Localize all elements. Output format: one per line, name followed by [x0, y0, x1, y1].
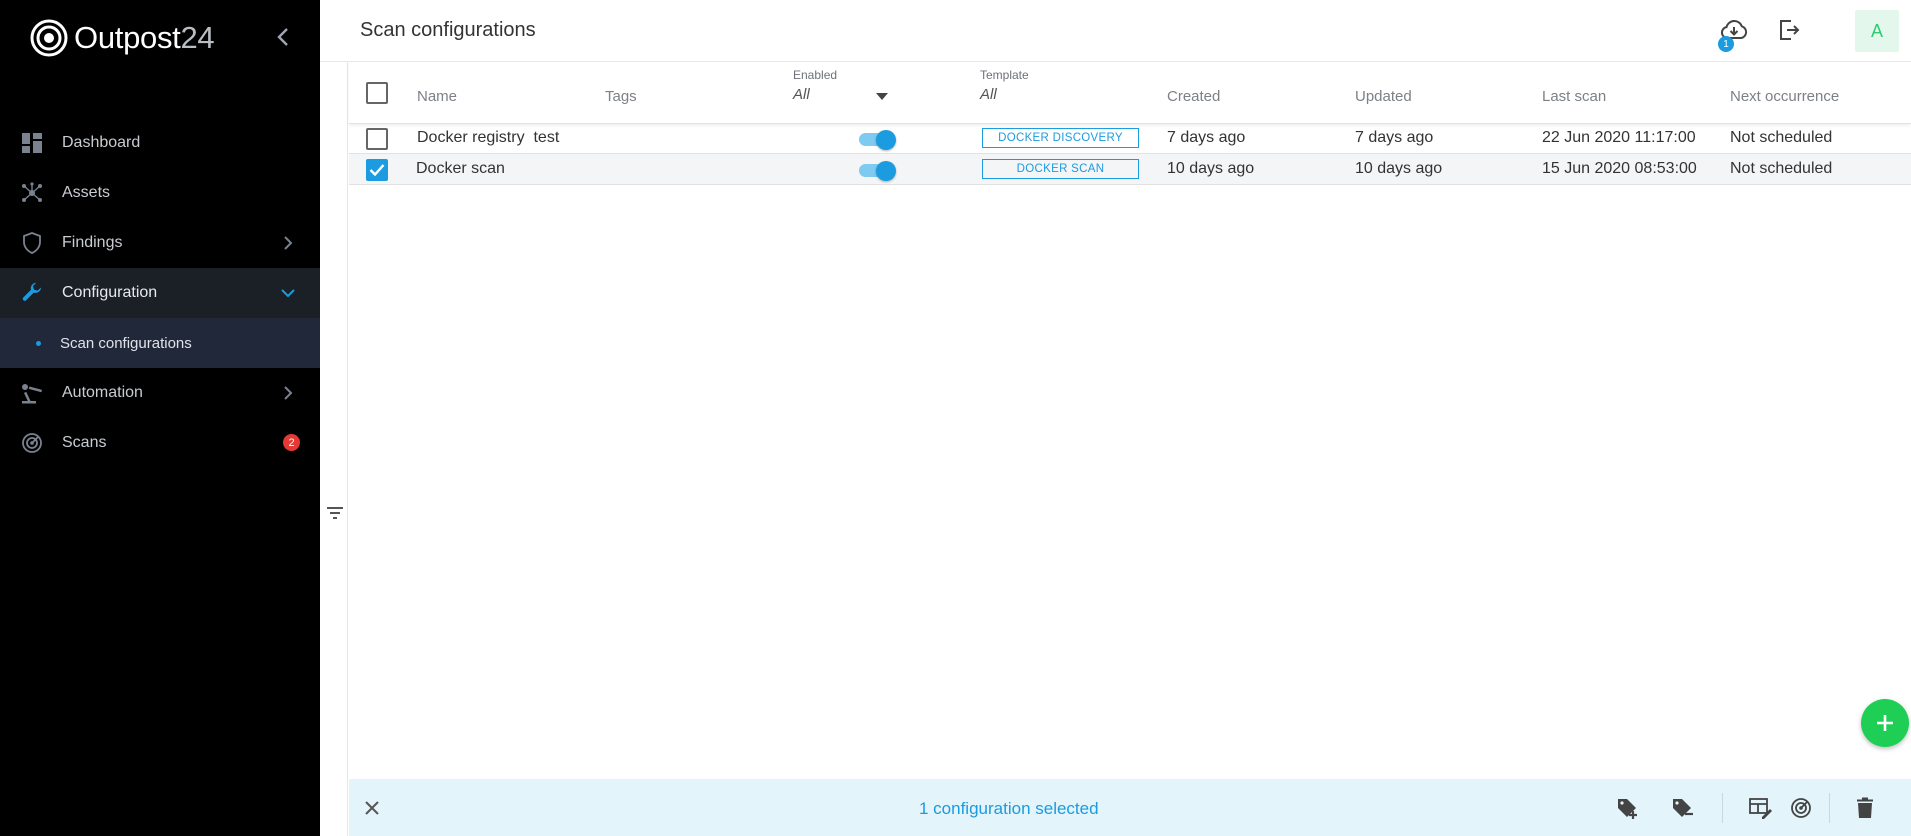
sidebar-item-label: Assets — [62, 184, 111, 201]
automation-icon — [21, 382, 43, 404]
logout-icon — [1780, 20, 1800, 40]
collapse-sidebar-button[interactable] — [272, 24, 294, 50]
avatar[interactable]: A — [1855, 10, 1899, 52]
column-header-name[interactable]: Name — [417, 88, 457, 105]
row-name: Docker registry test — [417, 129, 560, 146]
sidebar-item-dashboard[interactable]: Dashboard — [0, 118, 320, 168]
radar-icon — [21, 432, 43, 454]
enabled-filter-select[interactable]: All — [793, 86, 810, 103]
add-tag-button[interactable] — [1616, 796, 1640, 820]
sidebar-subitem-scan-configurations[interactable]: Scan configurations — [0, 318, 320, 368]
chevron-left-icon — [277, 28, 288, 46]
filter-icon[interactable] — [325, 504, 345, 522]
dashboard-icon — [21, 132, 43, 154]
selection-count-text: 1 configuration selected — [919, 799, 1099, 818]
scan-configurations-table: Name Tags Enabled All Template All Creat… — [349, 62, 1911, 778]
close-icon — [365, 801, 379, 815]
edit-configuration-button[interactable] — [1749, 796, 1773, 820]
row-next-occurrence: Not scheduled — [1730, 129, 1833, 146]
row-next-occurrence: Not scheduled — [1730, 160, 1833, 177]
trash-icon — [1857, 797, 1873, 818]
add-configuration-button[interactable] — [1861, 699, 1909, 747]
row-updated: 10 days ago — [1355, 160, 1443, 177]
toolbar-divider — [1829, 793, 1830, 823]
table-header: Name Tags Enabled All Template All Creat… — [349, 62, 1911, 124]
plus-icon — [1877, 715, 1893, 731]
row-created: 10 days ago — [1167, 160, 1255, 177]
sidebar-item-label: Configuration — [62, 284, 158, 301]
sidebar-item-label: Automation — [62, 384, 143, 401]
checkmark-icon — [369, 164, 385, 177]
sidebar-item-scans[interactable]: Scans 2 — [0, 418, 320, 468]
row-name: Docker scan — [416, 160, 505, 177]
network-icon — [21, 182, 43, 204]
tag-remove-icon — [1673, 799, 1693, 817]
table-row[interactable]: Docker scan DOCKER SCAN 10 days ago 10 d… — [349, 154, 1911, 185]
brand-logo[interactable]: Outpost24 — [30, 18, 215, 58]
brand-name: Outpost24 — [74, 20, 215, 55]
downloads-badge: 1 — [1718, 36, 1734, 52]
enabled-toggle[interactable] — [859, 161, 896, 181]
logout-button[interactable] — [1775, 16, 1803, 44]
sidebar-item-label: Findings — [62, 234, 123, 251]
sidebar-nav: Dashboard Assets Findings Configuration … — [0, 118, 320, 468]
row-checkbox[interactable] — [366, 128, 388, 150]
row-updated: 7 days ago — [1355, 129, 1434, 146]
active-dot — [36, 341, 41, 346]
row-created: 7 days ago — [1167, 129, 1246, 146]
sidebar-subitem-label: Scan configurations — [60, 334, 192, 352]
remove-tag-button[interactable] — [1671, 796, 1695, 820]
enabled-toggle[interactable] — [859, 130, 896, 150]
top-bar: Scan configurations 1 A — [320, 0, 1911, 62]
tag-add-icon — [1618, 799, 1637, 819]
sidebar-item-configuration[interactable]: Configuration — [0, 268, 320, 318]
wrench-icon — [21, 282, 43, 304]
sidebar-item-automation[interactable]: Automation — [0, 368, 320, 418]
page-title: Scan configurations — [360, 19, 536, 41]
run-scan-button[interactable] — [1789, 796, 1813, 820]
sidebar-item-label: Scans — [62, 434, 107, 451]
caret-down-icon[interactable] — [876, 93, 888, 100]
app-root: Outpost24 Dashboard Assets Findings Conf… — [0, 0, 1911, 836]
scans-count-badge: 2 — [283, 434, 300, 451]
template-tag: DOCKER DISCOVERY — [982, 128, 1139, 148]
select-all-checkbox[interactable] — [366, 82, 388, 104]
template-tag: DOCKER SCAN — [982, 159, 1139, 179]
column-header-next-occurrence[interactable]: Next occurrence — [1730, 88, 1839, 105]
selection-action-bar: 1 configuration selected — [349, 779, 1911, 836]
table-edit-icon — [1749, 798, 1772, 819]
brand-number: 24 — [180, 20, 215, 55]
column-header-enabled: Enabled — [793, 68, 838, 82]
column-header-created[interactable]: Created — [1167, 88, 1220, 105]
sidebar-item-label: Dashboard — [62, 134, 141, 151]
template-filter-input[interactable]: All — [980, 86, 997, 103]
table-row[interactable]: Docker registry test DOCKER DISCOVERY 7 … — [349, 123, 1911, 154]
chevron-right-icon — [284, 386, 293, 400]
filter-panel-handle — [320, 62, 348, 836]
chevron-right-icon — [284, 236, 293, 250]
row-last-scan: 15 Jun 2020 08:53:00 — [1542, 160, 1697, 177]
sidebar: Outpost24 Dashboard Assets Findings Conf… — [0, 0, 320, 836]
toolbar-divider — [1722, 793, 1723, 823]
row-checkbox[interactable] — [366, 159, 388, 181]
chevron-down-icon — [281, 289, 295, 298]
outpost-target-icon — [30, 19, 68, 57]
radar-icon — [1791, 798, 1811, 818]
sidebar-item-findings[interactable]: Findings — [0, 218, 320, 268]
column-header-updated[interactable]: Updated — [1355, 88, 1412, 105]
sidebar-item-assets[interactable]: Assets — [0, 168, 320, 218]
column-header-template: Template — [980, 68, 1029, 82]
clear-selection-button[interactable] — [361, 797, 383, 819]
row-last-scan: 22 Jun 2020 11:17:00 — [1542, 129, 1696, 146]
shield-icon — [21, 232, 43, 254]
delete-button[interactable] — [1853, 796, 1877, 820]
column-header-last-scan[interactable]: Last scan — [1542, 88, 1606, 105]
column-header-tags[interactable]: Tags — [605, 88, 637, 105]
